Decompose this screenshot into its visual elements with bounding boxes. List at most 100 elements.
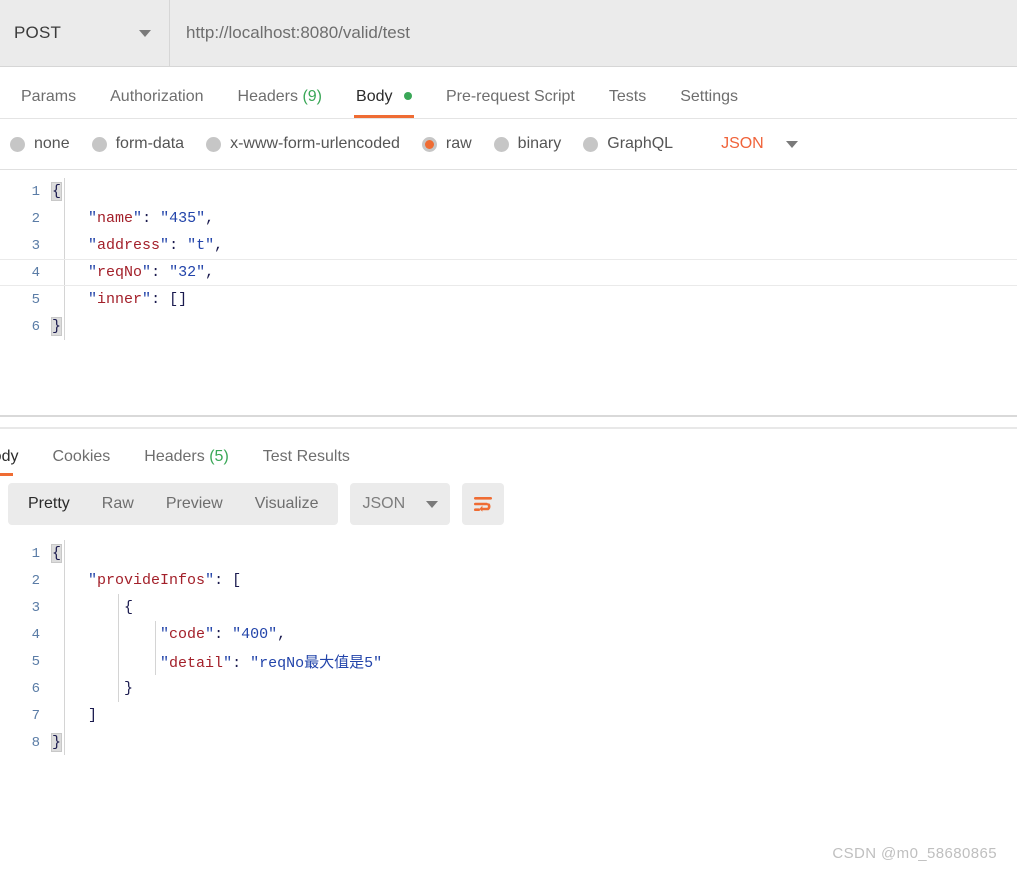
radio-none[interactable]: none [10, 135, 70, 153]
response-tab-headers[interactable]: Headers (5) [127, 449, 246, 476]
line-number: 5 [31, 291, 40, 308]
request-url-text: http://localhost:8080/valid/test [186, 23, 410, 42]
tab-settings-label: Settings [680, 88, 739, 105]
radio-graphql[interactable]: GraphQL [583, 135, 673, 153]
request-url-bar: POST http://localhost:8080/valid/test [0, 0, 1017, 67]
response-format-select[interactable]: JSON [350, 483, 451, 525]
watermark: CSDN @m0_58680865 [832, 845, 997, 862]
http-method-select[interactable]: POST [0, 0, 170, 66]
line-number: 2 [31, 572, 40, 589]
code-content: { [124, 599, 134, 616]
code-content: "code": "400", [160, 626, 287, 643]
word-wrap-button[interactable] [462, 483, 505, 525]
line-number: 1 [31, 545, 40, 562]
code-content: } [50, 317, 63, 336]
radio-form-data[interactable]: form-data [91, 135, 185, 153]
code-content: "address": "t", [88, 237, 224, 254]
tab-tests-label: Tests [608, 88, 647, 105]
tab-pre-request-script-label: Pre-request Script [445, 88, 575, 105]
response-tab-headers-label: Headers [144, 448, 205, 465]
radio-circle-icon [10, 136, 25, 152]
tab-authorization-label: Authorization [110, 88, 204, 105]
code-content: ] [88, 707, 98, 724]
tab-params-label: Params [21, 88, 77, 105]
line-number: 7 [31, 707, 40, 724]
response-tabs: Body Cookies Headers (5) Test Results [0, 429, 1017, 476]
radio-none-label: none [34, 135, 70, 152]
request-url-input[interactable]: http://localhost:8080/valid/test [170, 0, 1017, 66]
radio-circle-icon [493, 136, 509, 152]
tab-tests[interactable]: Tests [592, 89, 663, 118]
line-number: 1 [31, 183, 40, 200]
response-format-label: JSON [362, 495, 406, 512]
radio-raw-label: raw [445, 135, 472, 152]
pane-gap [0, 417, 1017, 427]
radio-circle-icon [583, 136, 599, 152]
code-line: 6 } [0, 313, 1017, 340]
code-content: "detail": "reqNo最大值是5" [160, 655, 383, 672]
chevron-down-icon [785, 140, 798, 148]
body-language-label: JSON [721, 135, 764, 152]
response-tab-cookies-label: Cookies [52, 448, 111, 465]
http-method-label: POST [14, 23, 62, 42]
code-content: } [124, 680, 134, 697]
body-modified-dot-icon [403, 91, 412, 100]
line-number: 3 [31, 599, 40, 616]
request-tabs: Params Authorization Headers (9) Body Pr… [0, 67, 1017, 119]
response-tab-test-results-label: Test Results [262, 448, 350, 465]
line-number: 3 [31, 237, 40, 254]
code-content: "name": "435", [88, 210, 215, 227]
radio-circle-icon [206, 136, 222, 152]
line-number: 5 [31, 653, 40, 670]
view-mode-visualize[interactable]: Visualize [239, 483, 335, 525]
radio-raw[interactable]: raw [421, 135, 472, 153]
radio-circle-selected-icon [421, 136, 437, 152]
code-line: 1 { [0, 178, 1017, 205]
tab-body[interactable]: Body [339, 89, 429, 118]
tab-authorization[interactable]: Authorization [93, 89, 220, 118]
line-number: 6 [31, 680, 40, 697]
code-line: 3 "address": "t", [0, 232, 1017, 259]
code-line: 2 "provideInfos": [ [0, 567, 1017, 594]
radio-form-data-label: form-data [115, 135, 185, 152]
radio-x-www-form-urlencoded-label: x-www-form-urlencoded [230, 135, 400, 152]
code-content: "provideInfos": [ [88, 572, 242, 589]
line-number: 2 [31, 210, 40, 227]
response-tab-body-label: Body [0, 448, 19, 465]
code-line: 3 { [0, 594, 1017, 621]
tab-headers[interactable]: Headers (9) [221, 89, 340, 118]
code-line: 6 } [0, 675, 1017, 702]
tab-pre-request-script[interactable]: Pre-request Script [429, 89, 592, 118]
view-mode-preview[interactable]: Preview [150, 483, 239, 525]
response-body-editor[interactable]: 1 { 2 "provideInfos": [ 3 { 4 "code": "4… [0, 532, 1017, 762]
response-view-toolbar: Pretty Raw Preview Visualize JSON [0, 476, 1017, 532]
chevron-down-icon [426, 500, 439, 508]
code-line: 5 "detail": "reqNo最大值是5" [0, 648, 1017, 675]
response-tab-body[interactable]: Body [0, 449, 35, 476]
view-mode-raw-label: Raw [101, 495, 134, 512]
code-content: } [50, 733, 63, 752]
body-type-radio-group: none form-data x-www-form-urlencoded raw… [0, 119, 1017, 170]
code-content: { [50, 182, 63, 201]
code-line: 1 { [0, 540, 1017, 567]
code-line: 4 "code": "400", [0, 621, 1017, 648]
view-mode-raw[interactable]: Raw [86, 483, 150, 525]
code-line: 2 "name": "435", [0, 205, 1017, 232]
radio-graphql-label: GraphQL [607, 135, 674, 152]
response-tab-headers-count: (5) [209, 448, 229, 465]
response-tab-test-results[interactable]: Test Results [246, 449, 367, 476]
radio-binary[interactable]: binary [493, 135, 562, 153]
code-content: "reqNo": "32", [88, 264, 215, 281]
word-wrap-icon [474, 497, 493, 512]
response-tab-cookies[interactable]: Cookies [35, 449, 127, 476]
request-body-editor[interactable]: 1 { 2 "name": "435", 3 "address": "t", 4… [0, 170, 1017, 415]
line-number: 6 [31, 318, 40, 335]
line-number: 8 [31, 734, 40, 751]
radio-x-www-form-urlencoded[interactable]: x-www-form-urlencoded [206, 135, 400, 153]
body-language-select[interactable]: JSON [721, 135, 798, 153]
tab-body-label: Body [356, 88, 393, 105]
view-mode-pretty[interactable]: Pretty [12, 483, 86, 525]
tab-settings[interactable]: Settings [663, 89, 755, 118]
radio-binary-label: binary [517, 135, 562, 152]
tab-params[interactable]: Params [4, 89, 93, 118]
